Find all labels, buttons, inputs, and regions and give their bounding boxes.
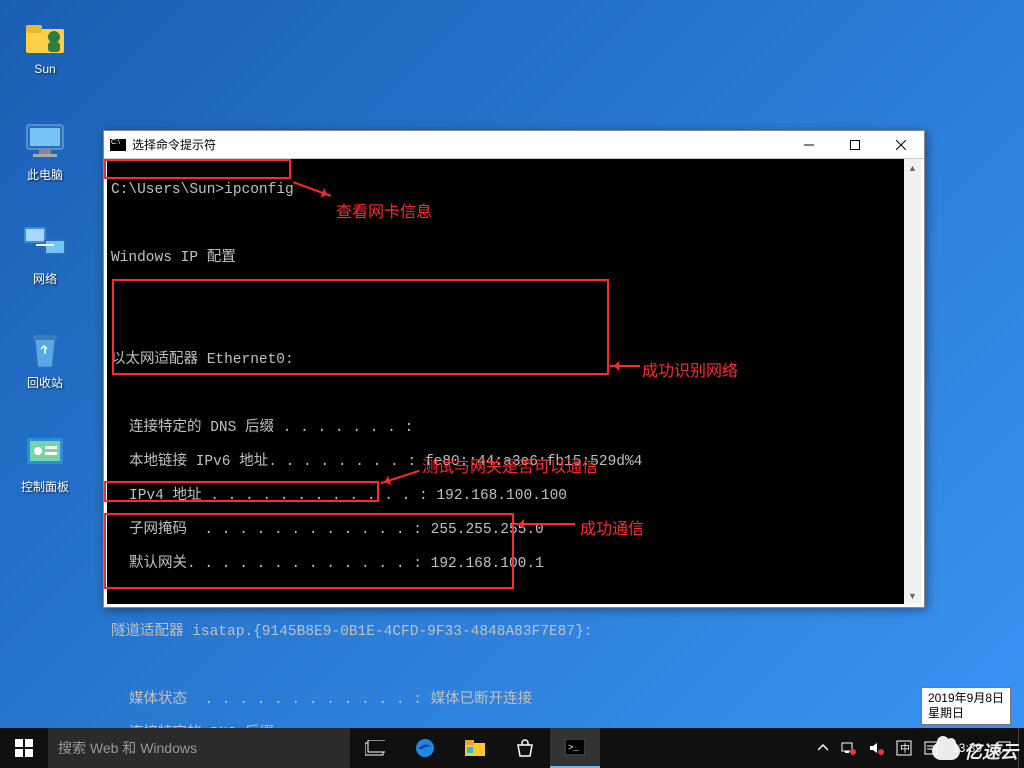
cmd-output-line: 子网掩码 . . . . . . . . . . . . : 255.255.2… [107, 522, 921, 539]
cmd-prompt-line: C:\Users\Sun>ipconfig [107, 182, 921, 199]
cmd-output-line: 连接特定的 DNS 后缀 . . . . . . . : [107, 420, 921, 437]
svg-text:>_: >_ [568, 743, 579, 753]
taskbar-app-command-prompt[interactable]: >_ [550, 728, 600, 768]
cmd-output-line: 媒体状态 . . . . . . . . . . . . : 媒体已断开连接 [107, 692, 921, 709]
command-prompt-window: 选择命令提示符 C:\Users\Sun>ipconfig Windows IP… [103, 130, 925, 608]
tray-ime-icon[interactable]: 中 [890, 728, 918, 768]
desktop-icon-recycle-bin[interactable]: 回收站 [8, 326, 82, 391]
desktop-icon-this-pc[interactable]: 此电脑 [8, 118, 82, 183]
svg-text:中: 中 [900, 742, 910, 755]
scroll-up-button[interactable]: ▲ [904, 159, 921, 176]
recycle-bin-icon [22, 326, 68, 372]
tray-network-icon[interactable] [834, 728, 862, 768]
desktop-icon-user-folder[interactable]: Sun [8, 14, 82, 76]
task-view-button[interactable] [350, 728, 400, 768]
taskbar-date-tooltip: 2019年9月8日 星期日 [921, 687, 1011, 725]
maximize-button[interactable] [832, 131, 878, 158]
titlebar[interactable]: 选择命令提示符 [104, 131, 924, 159]
cmd-output-line: 默认网关. . . . . . . . . . . . . : 192.168.… [107, 556, 921, 573]
vertical-scrollbar[interactable]: ▲ ▼ [904, 159, 921, 604]
cmd-output-line: 隧道适配器 isatap.{9145B8E9-0B1E-4CFD-9F33-48… [107, 624, 921, 641]
cmd-output-line: 本地链接 IPv6 地址. . . . . . . . : fe80::44:a… [107, 454, 921, 471]
tray-volume-icon[interactable] [862, 728, 890, 768]
taskbar-app-store[interactable] [500, 728, 550, 768]
icon-label: Sun [8, 62, 82, 76]
taskbar-app-edge[interactable] [400, 728, 450, 768]
taskbar: 搜索 Web 和 Windows >_ [0, 728, 1024, 768]
network-icon [22, 222, 68, 268]
icon-label: 网络 [8, 270, 82, 287]
search-placeholder: 搜索 Web 和 Windows [58, 738, 197, 758]
taskbar-spacer [600, 728, 812, 768]
taskbar-search[interactable]: 搜索 Web 和 Windows [48, 728, 350, 768]
desktop-icon-control-panel[interactable]: 控制面板 [8, 430, 82, 495]
taskbar-app-file-explorer[interactable] [450, 728, 500, 768]
control-panel-icon [22, 430, 68, 476]
system-tray: 中 13:39 [812, 728, 1024, 768]
tooltip-date: 2019年9月8日 [928, 691, 1004, 706]
desktop: Sun 此电脑 网络 回收站 控制面板 选择命令提示符 [0, 0, 1024, 768]
icon-label: 回收站 [8, 374, 82, 391]
icon-label: 此电脑 [8, 166, 82, 183]
tray-notes-icon[interactable] [918, 728, 944, 768]
cmd-icon [110, 139, 126, 151]
folder-icon [22, 14, 68, 60]
start-button[interactable] [0, 728, 48, 768]
windows-logo-icon [15, 739, 33, 757]
close-button[interactable] [878, 131, 924, 158]
icon-label: 控制面板 [8, 478, 82, 495]
desktop-icon-network[interactable]: 网络 [8, 222, 82, 287]
cmd-output-line: Windows IP 配置 [107, 250, 921, 267]
terminal-output[interactable]: C:\Users\Sun>ipconfig Windows IP 配置 以太网适… [107, 159, 921, 604]
tray-overflow-button[interactable] [812, 728, 834, 768]
show-desktop-button[interactable] [1018, 728, 1024, 768]
window-title: 选择命令提示符 [132, 136, 786, 153]
minimize-button[interactable] [786, 131, 832, 158]
taskbar-clock[interactable]: 13:39 [944, 741, 990, 755]
computer-icon [22, 118, 68, 164]
action-center-button[interactable] [990, 728, 1018, 768]
scroll-down-button[interactable]: ▼ [904, 587, 921, 604]
cmd-output-line: IPv4 地址 . . . . . . . . . . . . : 192.16… [107, 488, 921, 505]
tooltip-weekday: 星期日 [928, 706, 1004, 721]
cmd-output-line: 以太网适配器 Ethernet0: [107, 352, 921, 369]
